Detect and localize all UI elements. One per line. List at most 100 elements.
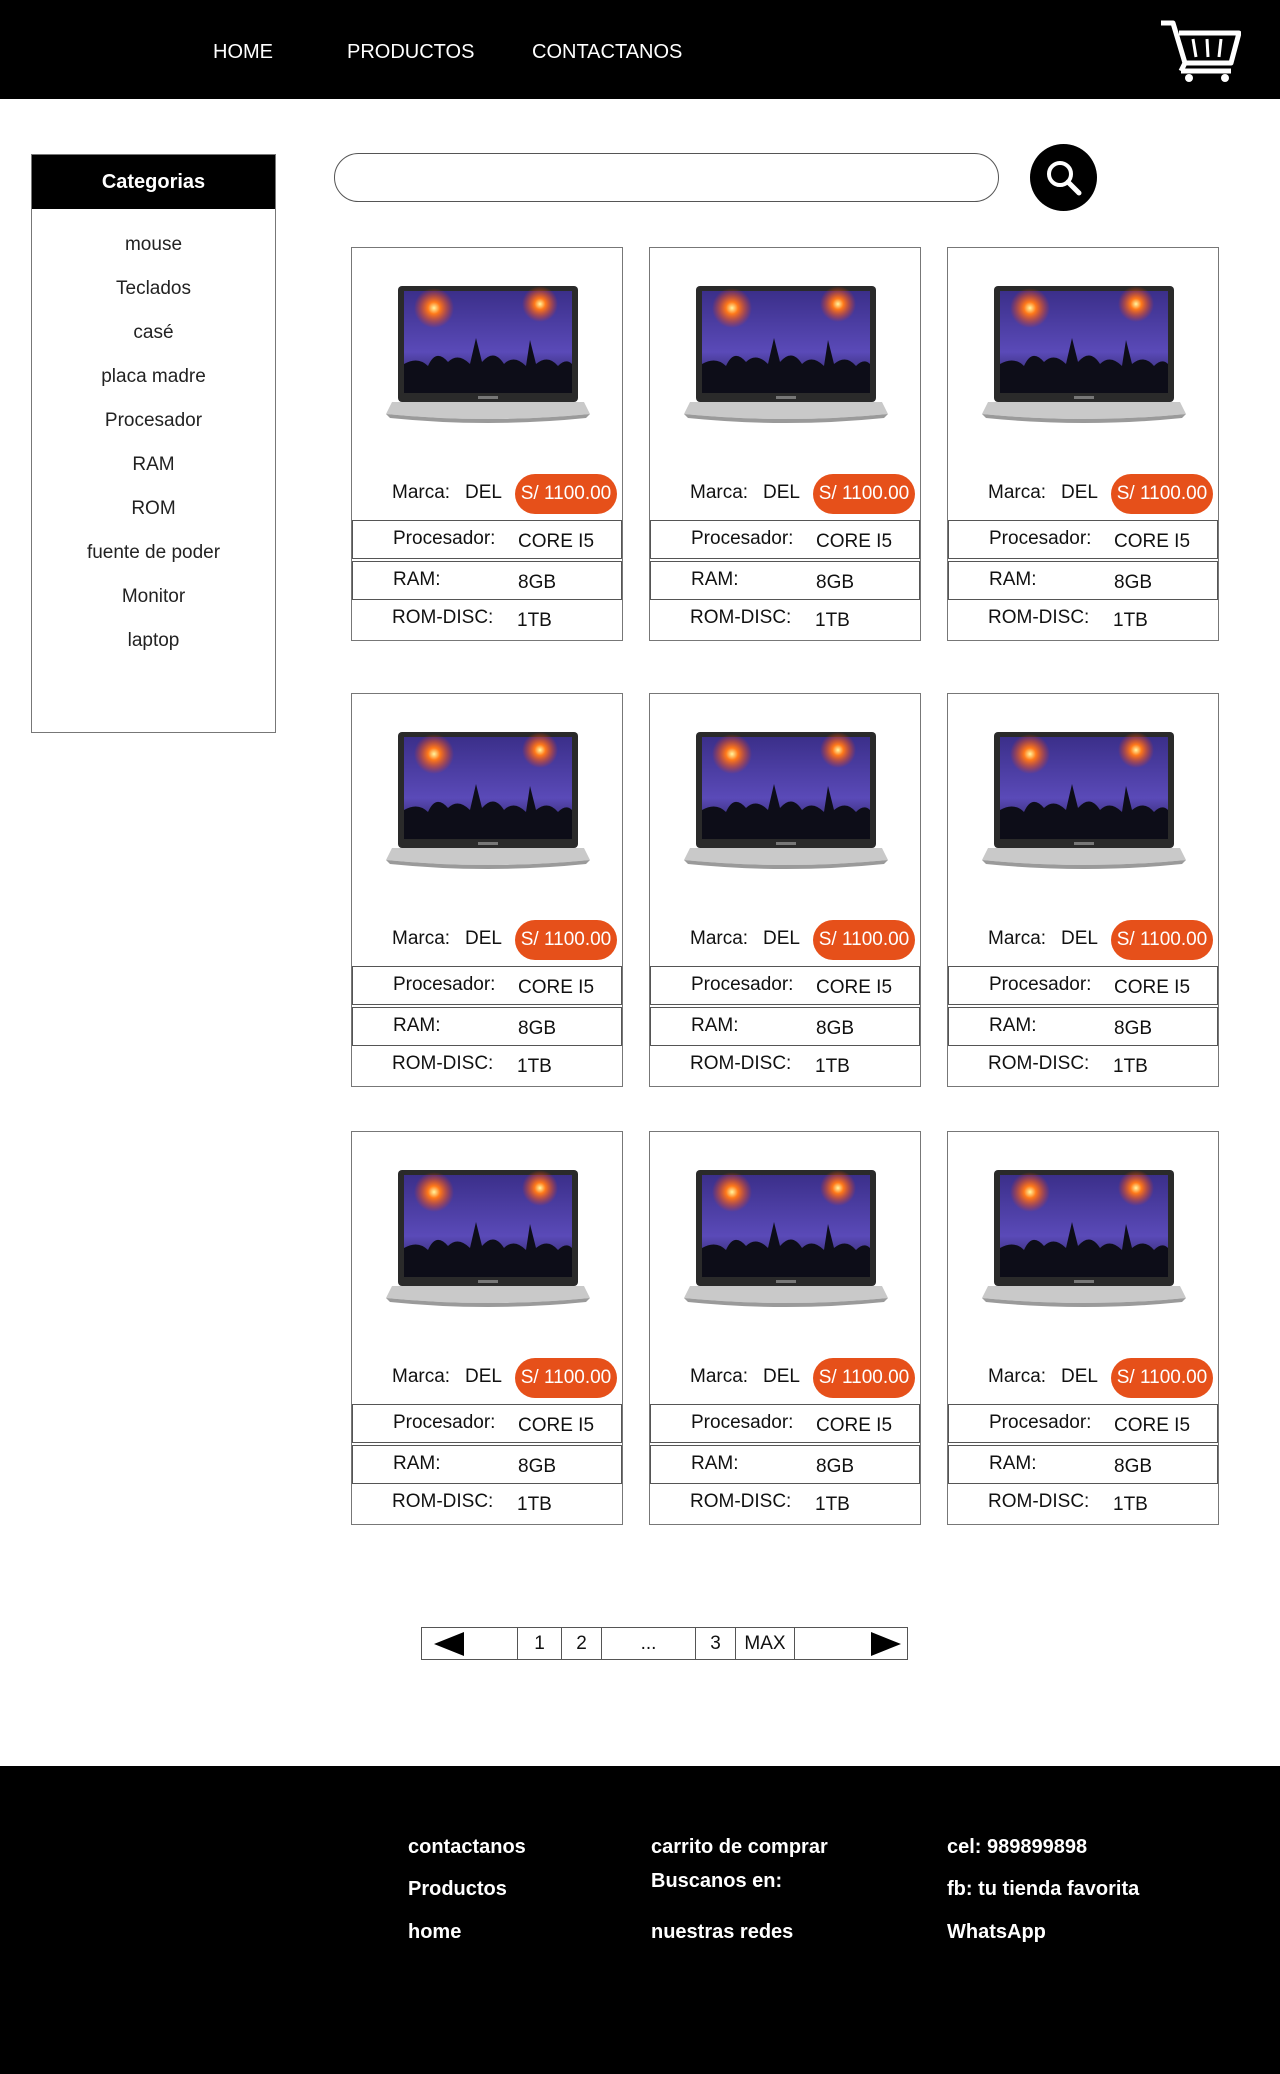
brand-label: Marca: [690,1366,749,1387]
rom-value: 1TB [517,1056,552,1077]
rom-value: 1TB [517,610,552,631]
processor-row: Procesador: CORE I5 [352,966,622,1005]
search-button[interactable] [1030,144,1097,211]
ram-label: RAM: [989,1453,1037,1474]
ram-label: RAM: [989,569,1037,590]
ram-label: RAM: [691,1453,739,1474]
brand-value: DEL [465,1366,502,1387]
footer-whatsapp[interactable]: WhatsApp [947,1921,1046,1944]
category-fuente-de-poder[interactable]: fuente de poder [32,531,275,575]
laptop-image [386,732,590,869]
processor-label: Procesador: [691,974,794,995]
left-triangle-icon [434,1631,464,1656]
ram-value: 8GB [816,1018,855,1039]
brand-row: Marca: DEL S/ 1100.00 [650,1354,920,1398]
laptop-image [684,1170,888,1307]
processor-label: Procesador: [989,528,1092,549]
laptop-image [982,732,1186,869]
page-max[interactable]: MAX [736,1628,795,1659]
rom-label: ROM-DISC: [392,607,494,628]
product-card[interactable]: Marca: DEL S/ 1100.00 Procesador: CORE I5 RAM… [649,693,921,1087]
laptop-image [684,732,888,869]
product-card[interactable]: Marca: DEL S/ 1100.00 Procesador: CORE I5 RAM… [351,247,623,641]
ram-row: RAM: 8GB [948,1007,1218,1046]
processor-row: Procesador: CORE I5 [650,966,920,1005]
search-input[interactable] [334,153,999,202]
product-card[interactable]: Marca: DEL S/ 1100.00 Procesador: CORE I5 RAM… [947,1131,1219,1525]
rom-row: ROM-DISC: 1TB [352,599,622,641]
category-procesador[interactable]: Procesador [32,399,275,443]
rom-label: ROM-DISC: [392,1491,494,1512]
shopping-cart-icon[interactable] [1159,19,1241,83]
page-2[interactable]: 2 [562,1628,602,1659]
prev-page-button[interactable] [422,1628,518,1659]
category-monitor[interactable]: Monitor [32,575,275,619]
processor-row: Procesador: CORE I5 [650,520,920,559]
brand-value: DEL [763,928,800,949]
ram-label: RAM: [393,1015,441,1036]
processor-value: CORE I5 [816,531,893,552]
footer-facebook[interactable]: fb: tu tienda favorita [947,1878,1139,1901]
ram-value: 8GB [518,1456,557,1477]
footer-link-productos[interactable]: Productos [408,1878,507,1901]
processor-row: Procesador: CORE I5 [948,520,1218,559]
price-badge: S/ 1100.00 [813,920,915,960]
processor-value: CORE I5 [518,1415,595,1436]
brand-label: Marca: [392,1366,451,1387]
page-1[interactable]: 1 [518,1628,562,1659]
brand-value: DEL [1061,928,1098,949]
product-card[interactable]: Marca: DEL S/ 1100.00 Procesador: CORE I5 RAM… [947,247,1219,641]
processor-label: Procesador: [691,1412,794,1433]
rom-label: ROM-DISC: [690,1053,792,1074]
category-ram[interactable]: RAM [32,443,275,487]
category-mouse[interactable]: mouse [32,223,275,267]
price-badge: S/ 1100.00 [515,920,617,960]
price-badge: S/ 1100.00 [515,474,617,514]
brand-row: Marca: DEL S/ 1100.00 [650,470,920,514]
nav-contactanos[interactable]: CONTACTANOS [532,41,682,64]
page-3[interactable]: 3 [696,1628,736,1659]
footer-link-carrito[interactable]: carrito de comprar [651,1836,828,1859]
product-card[interactable]: Marca: DEL S/ 1100.00 Procesador: CORE I5 RAM… [351,1131,623,1525]
footer-link-home[interactable]: home [408,1921,461,1944]
brand-label: Marca: [988,1366,1047,1387]
footer-link-contactanos[interactable]: contactanos [408,1836,526,1859]
processor-label: Procesador: [393,1412,496,1433]
brand-value: DEL [465,928,502,949]
ram-label: RAM: [989,1015,1037,1036]
rom-value: 1TB [1113,1056,1148,1077]
product-card[interactable]: Marca: DEL S/ 1100.00 Procesador: CORE I5 RAM… [351,693,623,1087]
price-badge: S/ 1100.00 [1111,474,1213,514]
ram-row: RAM: 8GB [352,1007,622,1046]
category-teclados[interactable]: Teclados [32,267,275,311]
price-badge: S/ 1100.00 [515,1358,617,1398]
category-case[interactable]: casé [32,311,275,355]
rom-value: 1TB [1113,610,1148,631]
category-placa-madre[interactable]: placa madre [32,355,275,399]
category-rom[interactable]: ROM [32,487,275,531]
rom-row: ROM-DISC: 1TB [650,1045,920,1087]
rom-value: 1TB [815,1494,850,1515]
footer: contactanos Productos home carrito de co… [0,1766,1280,2074]
brand-row: Marca: DEL S/ 1100.00 [650,916,920,960]
brand-row: Marca: DEL S/ 1100.00 [948,470,1218,514]
brand-value: DEL [763,482,800,503]
price-badge: S/ 1100.00 [813,474,915,514]
rom-row: ROM-DISC: 1TB [650,1483,920,1525]
category-list: mouse Teclados casé placa madre Procesad… [32,209,275,663]
next-page-button[interactable] [795,1628,907,1659]
product-card[interactable]: Marca: DEL S/ 1100.00 Procesador: CORE I5 RAM… [947,693,1219,1087]
nav-home[interactable]: HOME [213,41,273,64]
brand-label: Marca: [392,928,451,949]
brand-row: Marca: DEL S/ 1100.00 [352,916,622,960]
processor-value: CORE I5 [518,977,595,998]
product-card[interactable]: Marca: DEL S/ 1100.00 Procesador: CORE I5 RAM… [649,1131,921,1525]
product-card[interactable]: Marca: DEL S/ 1100.00 Procesador: CORE I5 RAM… [649,247,921,641]
footer-phone: cel: 989899898 [947,1836,1088,1858]
nav-productos[interactable]: PRODUCTOS [347,41,474,64]
laptop-image [982,286,1186,423]
footer-link-redes[interactable]: nuestras redes [651,1921,793,1944]
category-laptop[interactable]: laptop [32,619,275,663]
processor-row: Procesador: CORE I5 [948,966,1218,1005]
ram-value: 8GB [518,572,557,593]
